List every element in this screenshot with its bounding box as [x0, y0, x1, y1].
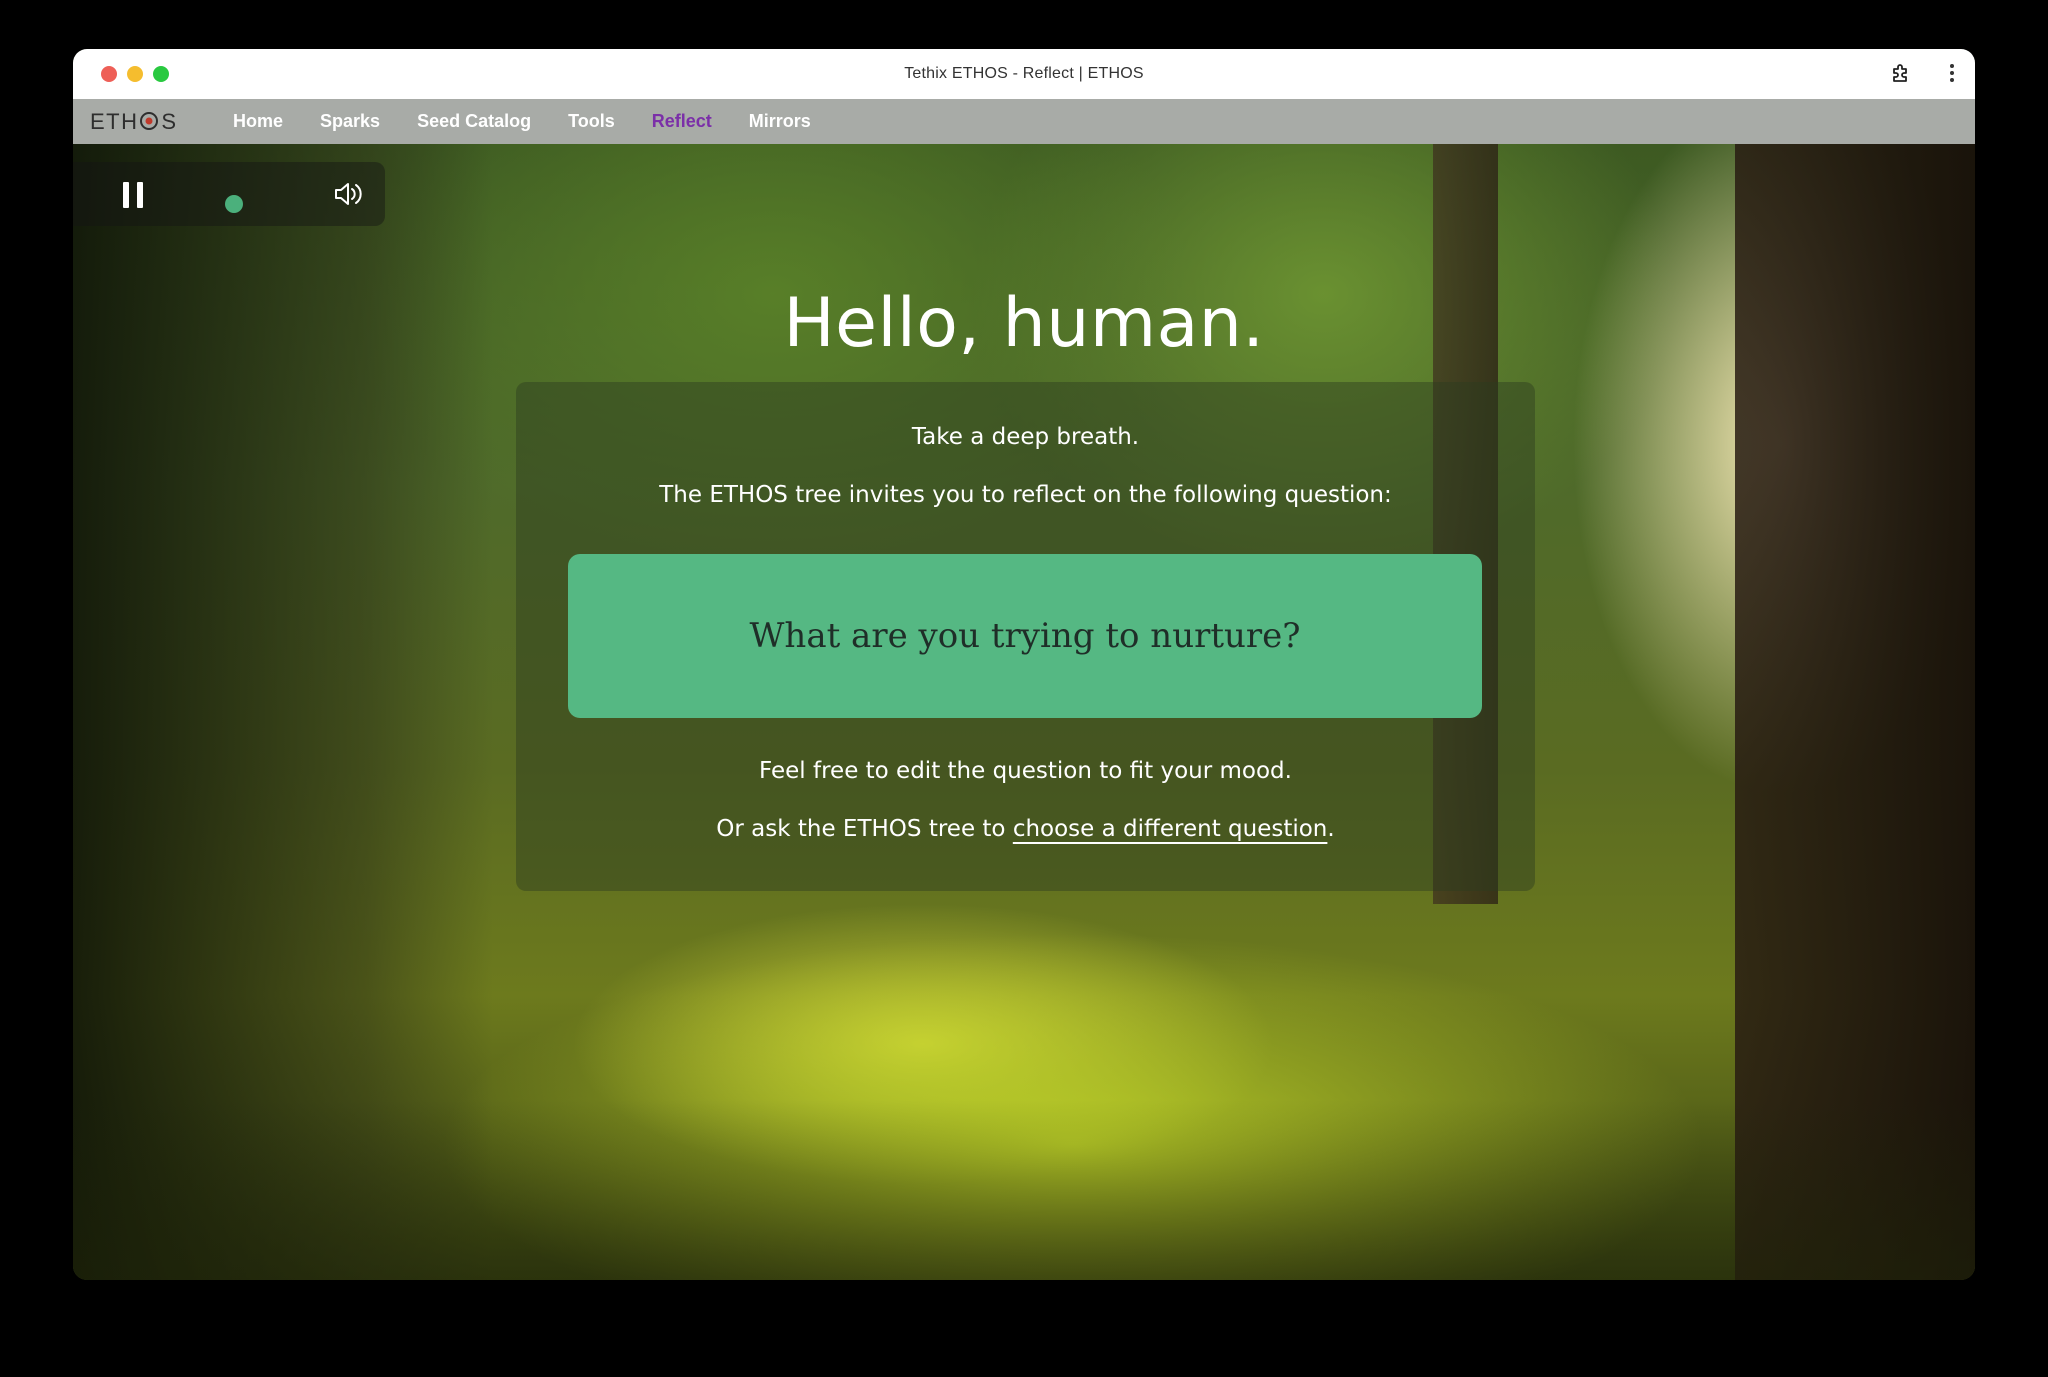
volume-icon[interactable]	[333, 180, 363, 212]
nav-item-tools[interactable]: Tools	[568, 111, 615, 132]
choose-question-suffix: .	[1327, 816, 1335, 842]
site-navbar: ETH S Home Sparks Seed Catalog Tools Ref…	[73, 99, 1975, 144]
title-bar-actions	[1889, 61, 1955, 85]
intro-line-invite: The ETHOS tree invites you to reflect on…	[659, 482, 1392, 508]
title-bar: Tethix ETHOS - Reflect | ETHOS	[73, 49, 1975, 99]
edit-hint: Feel free to edit the question to fit yo…	[759, 758, 1292, 784]
close-window-button[interactable]	[101, 66, 117, 82]
intro-line-breath: Take a deep breath.	[911, 424, 1140, 450]
nav-item-sparks[interactable]: Sparks	[320, 111, 380, 132]
window-controls	[101, 66, 169, 82]
window-title: Tethix ETHOS - Reflect | ETHOS	[904, 65, 1144, 82]
ground-shade	[73, 1100, 1975, 1280]
choose-question-prefix: Or ask the ETHOS tree to	[716, 816, 1013, 842]
maximize-window-button[interactable]	[153, 66, 169, 82]
extensions-icon[interactable]	[1889, 61, 1913, 85]
choose-different-question-link[interactable]: choose a different question	[1013, 816, 1328, 842]
nav-item-mirrors[interactable]: Mirrors	[749, 111, 811, 132]
reflect-stage: Hello, human. Take a deep breath. The ET…	[73, 144, 1975, 1280]
nav-menu: Home Sparks Seed Catalog Tools Reflect M…	[233, 111, 848, 132]
logo-text-end: S	[161, 108, 178, 134]
nav-item-home[interactable]: Home	[233, 111, 283, 132]
greeting-heading: Hello, human.	[783, 284, 1265, 363]
browser-window: Tethix ETHOS - Reflect | ETHOS ETH S Hom…	[73, 49, 1975, 1280]
playback-indicator[interactable]	[225, 195, 243, 213]
nav-item-reflect[interactable]: Reflect	[652, 111, 712, 132]
minimize-window-button[interactable]	[127, 66, 143, 82]
pause-icon[interactable]	[123, 182, 145, 208]
more-options-icon[interactable]	[1949, 63, 1955, 83]
logo-text-start: ETH	[90, 108, 139, 134]
choose-question-line: Or ask the ETHOS tree to choose a differ…	[516, 816, 1535, 842]
ethos-logo[interactable]: ETH S	[90, 109, 190, 135]
question-editor[interactable]: What are you trying to nurture?	[568, 554, 1482, 718]
audio-player	[73, 162, 385, 226]
question-text[interactable]: What are you trying to nurture?	[749, 616, 1300, 656]
reflection-panel: Take a deep breath. The ETHOS tree invit…	[516, 382, 1535, 891]
logo-o-mark	[139, 109, 162, 135]
nav-item-seed-catalog[interactable]: Seed Catalog	[417, 111, 531, 132]
